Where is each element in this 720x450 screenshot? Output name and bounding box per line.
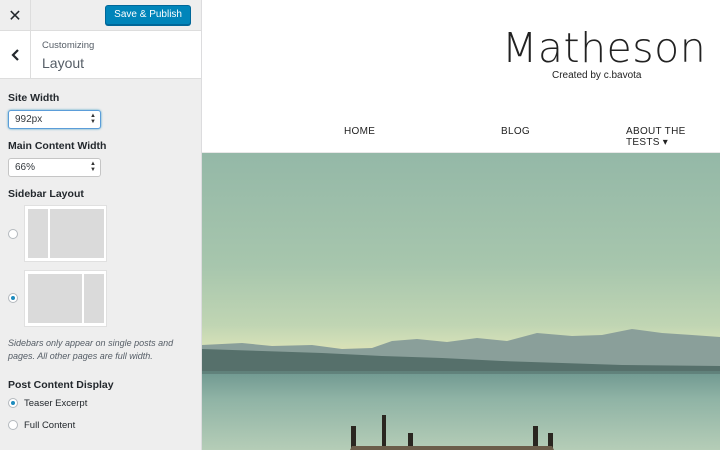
customizer-header-actions: ✕ Save & Publish (0, 0, 201, 31)
main-content-width-select[interactable]: 66% ▲ ▼ (8, 158, 101, 177)
site-width-label: Site Width (8, 92, 60, 104)
hero-illustration (202, 329, 720, 450)
teaser-excerpt-radio[interactable] (8, 398, 18, 408)
save-publish-button[interactable]: Save & Publish (105, 5, 191, 25)
lake-pier-photo (202, 153, 720, 450)
select-arrows-icon: ▲ ▼ (90, 161, 96, 173)
chevron-left-icon[interactable] (0, 31, 31, 78)
sidebar-left-layout-thumbnail[interactable] (24, 205, 107, 262)
sidebar-layout-note: Sidebars only appear on single posts and… (8, 338, 174, 361)
close-icon[interactable]: ✕ (0, 0, 31, 31)
teaser-excerpt-label[interactable]: Teaser Excerpt (24, 398, 87, 409)
post-content-display-label: Post Content Display (8, 379, 114, 391)
layout-sidebar-pane (28, 209, 48, 258)
section-subtitle: Customizing (42, 40, 95, 51)
layout-content-pane (28, 274, 82, 323)
section-header: Customizing Layout (0, 31, 201, 79)
site-tagline: Created by c.bavota (552, 70, 642, 81)
nav-item-about-the-tests[interactable]: ABOUT THE TESTS ▾ (626, 126, 720, 148)
main-content-width-label: Main Content Width (8, 140, 107, 152)
nav-item-home[interactable]: HOME (344, 126, 375, 137)
full-content-label[interactable]: Full Content (24, 420, 75, 431)
full-content-radio[interactable] (8, 420, 18, 430)
section-title: Layout (42, 55, 85, 71)
sidebar-right-layout-thumbnail[interactable] (24, 270, 107, 327)
select-arrows-icon: ▲ ▼ (90, 113, 96, 125)
main-content-width-value: 66% (15, 162, 36, 173)
site-title[interactable]: Matheson (502, 24, 706, 72)
site-preview: Matheson Created by c.bavota HOME BLOG A… (202, 0, 720, 450)
sidebar-layout-label: Sidebar Layout (8, 188, 84, 200)
layout-content-pane (50, 209, 104, 258)
layout-sidebar-pane (84, 274, 104, 323)
sidebar-right-radio[interactable] (8, 293, 18, 303)
customizer-sidebar: ✕ Save & Publish Customizing Layout Site… (0, 0, 202, 450)
sidebar-left-radio[interactable] (8, 229, 18, 239)
site-width-select[interactable]: 992px ▲ ▼ (8, 110, 101, 129)
site-width-value: 992px (15, 114, 43, 125)
nav-item-blog[interactable]: BLOG (501, 126, 530, 137)
